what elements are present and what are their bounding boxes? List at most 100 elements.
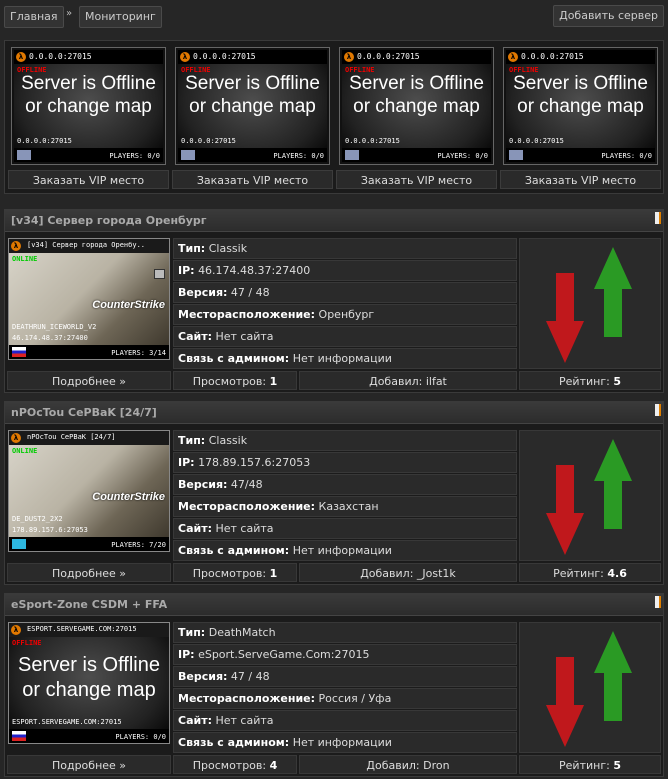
vip-ip-bottom: 0.0.0.0:27015 bbox=[17, 137, 72, 145]
vip-ip: 0.0.0.0:27015 bbox=[29, 52, 92, 61]
site-row: Сайт: Нет сайта bbox=[173, 710, 517, 731]
views-count: Просмотров: 4 bbox=[173, 755, 297, 774]
label: Версия: bbox=[178, 286, 228, 299]
value: Нет сайта bbox=[215, 522, 274, 535]
added-by: Добавил: _Jost1k bbox=[299, 563, 517, 582]
label: Месторасположение: bbox=[178, 500, 316, 513]
vote-panel bbox=[519, 238, 661, 369]
label: Тип: bbox=[178, 434, 206, 447]
views-label: Просмотров: bbox=[192, 567, 267, 580]
added-by-value: Dron bbox=[423, 759, 450, 772]
half-life-icon: λ bbox=[508, 52, 518, 62]
banner-status: OFFLINE bbox=[12, 639, 42, 647]
vip-banner[interactable]: λ 0.0.0.0:27015 OFFLINE Server is Offline… bbox=[175, 47, 330, 165]
label: Тип: bbox=[178, 242, 206, 255]
label: Сайт: bbox=[178, 522, 212, 535]
vip-ip: 0.0.0.0:27015 bbox=[357, 52, 420, 61]
half-life-icon: λ bbox=[16, 52, 26, 62]
banner-ip: 178.89.157.6:27053 bbox=[12, 526, 88, 534]
added-label: Добавил: bbox=[369, 375, 423, 388]
order-vip-link[interactable]: Заказать VIP место bbox=[172, 170, 333, 189]
flag-icon bbox=[345, 150, 359, 160]
server-card: eSport-Zone CSDM + FFA λ ESPORT.SERVEGAME… bbox=[4, 593, 664, 777]
value: Казахстан bbox=[318, 500, 379, 513]
lock-icon bbox=[154, 269, 165, 279]
counter-strike-logo: CounterStrike bbox=[92, 299, 165, 311]
banner-map: DE_DUST2_2X2 bbox=[12, 515, 63, 523]
vote-up-icon[interactable] bbox=[594, 247, 632, 337]
server-title[interactable]: eSport-Zone CSDM + FFA bbox=[5, 594, 663, 616]
banner-players: PLAYERS: 7/20 bbox=[111, 541, 166, 549]
server-banner[interactable]: λ ESPORT.SERVEGAME.COM:27015 OFFLINE Serv… bbox=[8, 622, 170, 744]
server-title[interactable]: [v34] Сервер города Оренбург bbox=[5, 210, 663, 232]
banner-ip: ESPORT.SERVEGAME.COM:27015 bbox=[12, 718, 122, 726]
views-count: Просмотров: 1 bbox=[173, 371, 297, 390]
vote-down-icon[interactable] bbox=[546, 657, 584, 747]
value: 47/48 bbox=[230, 478, 263, 491]
banner-players: PLAYERS: 0/0 bbox=[115, 733, 166, 741]
rating: Рейтинг: 4.6 bbox=[519, 563, 661, 582]
ip-row: IP: eSport.ServeGame.Com:27015 bbox=[173, 644, 517, 665]
value: Classik bbox=[208, 242, 248, 255]
more-link[interactable]: Подробнее » bbox=[7, 563, 171, 582]
added-label: Добавил: bbox=[366, 759, 420, 772]
value: DeathMatch bbox=[208, 626, 276, 639]
add-server-button[interactable]: Добавить сервер bbox=[553, 5, 664, 27]
value: 47 / 48 bbox=[230, 670, 270, 683]
views-value: 1 bbox=[269, 375, 278, 388]
breadcrumb-monitoring[interactable]: Мониторинг bbox=[79, 6, 162, 28]
vip-message-line2: or change map bbox=[25, 96, 152, 117]
value: Нет информации bbox=[292, 544, 392, 557]
vip-banner[interactable]: λ 0.0.0.0:27015 OFFLINE Server is Offline… bbox=[339, 47, 494, 165]
added-by-value: ilfat bbox=[425, 375, 447, 388]
flag-icon bbox=[17, 150, 31, 160]
vote-down-icon[interactable] bbox=[546, 465, 584, 555]
corner-icon bbox=[655, 404, 661, 416]
vip-players: PLAYERS: 0/0 bbox=[273, 152, 324, 160]
vote-up-icon[interactable] bbox=[594, 631, 632, 721]
label: Связь с админом: bbox=[178, 352, 290, 365]
vip-banner[interactable]: λ 0.0.0.0:27015 OFFLINE Server is Offline… bbox=[503, 47, 658, 165]
server-banner[interactable]: λ nPOcTou CePBaK [24/7] ONLINE CounterStr… bbox=[8, 430, 170, 552]
order-vip-link[interactable]: Заказать VIP место bbox=[8, 170, 169, 189]
value: Оренбург bbox=[318, 308, 375, 321]
server-title[interactable]: nPOcTou CePBaK [24/7] bbox=[5, 402, 663, 424]
rating-label: Рейтинг: bbox=[559, 759, 610, 772]
banner-players: PLAYERS: 3/14 bbox=[111, 349, 166, 357]
ip-row: IP: 46.174.48.37:27400 bbox=[173, 260, 517, 281]
vote-panel bbox=[519, 430, 661, 561]
breadcrumb-home[interactable]: Главная bbox=[4, 6, 64, 28]
label: Связь с админом: bbox=[178, 736, 290, 749]
vip-message-line2: or change map bbox=[189, 96, 316, 117]
vip-message-line1: Server is Offline bbox=[513, 73, 648, 94]
order-vip-link[interactable]: Заказать VIP место bbox=[336, 170, 497, 189]
cs-icon: λ bbox=[11, 433, 21, 443]
rating: Рейтинг: 5 bbox=[519, 755, 661, 774]
vip-banner[interactable]: λ 0.0.0.0:27015 OFFLINE Server is Offline… bbox=[11, 47, 166, 165]
banner-offline-message: Server is Offline or change map bbox=[9, 653, 169, 703]
vote-up-icon[interactable] bbox=[594, 439, 632, 529]
banner-server-name: [v34] Сервер города Оренбу.. bbox=[27, 241, 146, 249]
flag-icon bbox=[181, 150, 195, 160]
vip-offline-message: Server is Offline or change map bbox=[14, 72, 163, 118]
more-link[interactable]: Подробнее » bbox=[7, 371, 171, 390]
server-banner[interactable]: λ [v34] Сервер города Оренбу.. ONLINE Cou… bbox=[8, 238, 170, 360]
value: 47 / 48 bbox=[230, 286, 270, 299]
type-row: Тип: Classik bbox=[173, 430, 517, 451]
label: Тип: bbox=[178, 626, 206, 639]
more-link[interactable]: Подробнее » bbox=[7, 755, 171, 774]
vip-ip: 0.0.0.0:27015 bbox=[521, 52, 584, 61]
version-row: Версия: 47/48 bbox=[173, 474, 517, 495]
value: Нет сайта bbox=[215, 714, 274, 727]
version-row: Версия: 47 / 48 bbox=[173, 282, 517, 303]
vip-message-line1: Server is Offline bbox=[21, 73, 156, 94]
order-vip-link[interactable]: Заказать VIP место bbox=[500, 170, 661, 189]
label: IP: bbox=[178, 648, 195, 661]
half-life-icon: λ bbox=[344, 52, 354, 62]
counter-strike-logo: CounterStrike bbox=[92, 491, 165, 503]
rating-value: 5 bbox=[613, 375, 621, 388]
rating-value: 5 bbox=[613, 759, 621, 772]
added-by-value: _Jost1k bbox=[416, 567, 456, 580]
vote-down-icon[interactable] bbox=[546, 273, 584, 363]
flag-icon bbox=[509, 150, 523, 160]
